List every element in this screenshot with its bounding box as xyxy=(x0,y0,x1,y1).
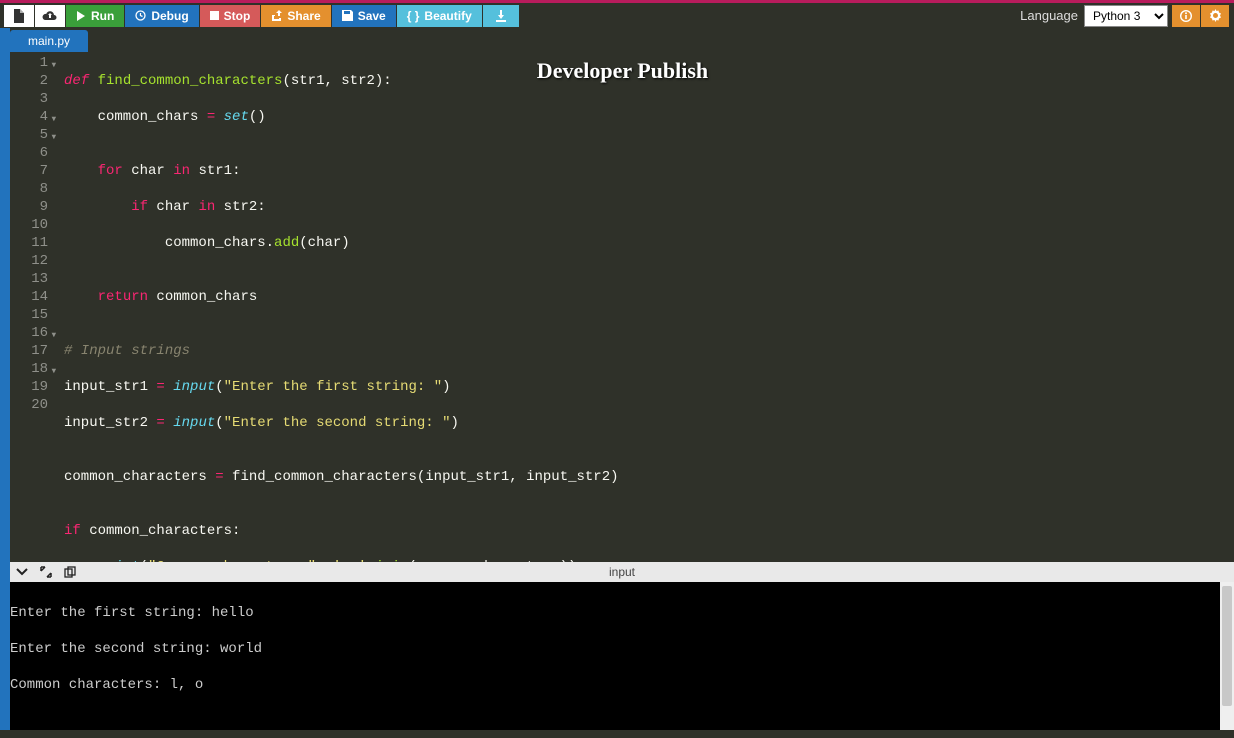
console-line: Common characters: l, o xyxy=(10,676,1220,694)
braces-icon: { } xyxy=(407,9,420,23)
save-button[interactable]: Save xyxy=(332,5,396,27)
info-button[interactable] xyxy=(1172,5,1200,27)
console-scrollbar[interactable] xyxy=(1220,582,1234,730)
cloud-upload-icon xyxy=(42,10,58,22)
download-icon xyxy=(495,10,507,22)
debug-button[interactable]: Debug xyxy=(125,5,198,27)
info-icon xyxy=(1180,10,1192,22)
expand-icon[interactable] xyxy=(34,566,58,578)
copy-icon[interactable] xyxy=(58,566,82,578)
new-file-button[interactable] xyxy=(4,5,34,27)
run-label: Run xyxy=(91,9,114,23)
console-header: input xyxy=(10,562,1234,582)
settings-button[interactable] xyxy=(1201,5,1229,27)
beautify-button[interactable]: { } Beautify xyxy=(397,5,482,27)
language-label: Language xyxy=(1020,8,1078,23)
stop-button[interactable]: Stop xyxy=(200,5,261,27)
upload-button[interactable] xyxy=(35,5,65,27)
gear-icon xyxy=(1209,9,1222,22)
file-icon xyxy=(13,9,25,23)
clock-icon xyxy=(135,10,146,21)
tab-main-py[interactable]: main.py xyxy=(10,30,88,52)
run-button[interactable]: Run xyxy=(66,5,124,27)
left-sidebar[interactable] xyxy=(0,28,10,730)
debug-label: Debug xyxy=(151,9,188,23)
language-select[interactable]: Python 3 xyxy=(1084,5,1168,27)
console-line: Enter the second string: world xyxy=(10,640,1220,658)
console-output[interactable]: Enter the first string: hello Enter the … xyxy=(10,582,1220,730)
toolbar: Run Debug Stop Share Save { } Beautify L… xyxy=(0,0,1234,28)
beautify-label: Beautify xyxy=(424,9,471,23)
console-title: input xyxy=(609,565,635,579)
collapse-icon[interactable] xyxy=(10,567,34,577)
save-label: Save xyxy=(358,9,386,23)
scrollbar-thumb[interactable] xyxy=(1222,586,1232,706)
console-line: Enter the first string: hello xyxy=(10,604,1220,622)
code-area[interactable]: def find_common_characters(str1, str2): … xyxy=(58,52,1234,562)
share-icon xyxy=(271,10,282,21)
play-icon xyxy=(76,11,86,21)
stop-icon xyxy=(210,11,219,20)
save-icon xyxy=(342,10,353,21)
line-gutter: 1 2 3 4 5 6 7 8 9 10 11 12 13 14 15 16 1… xyxy=(10,52,58,562)
stop-label: Stop xyxy=(224,9,251,23)
tab-bar: main.py xyxy=(10,28,1234,52)
share-button[interactable]: Share xyxy=(261,5,330,27)
code-editor[interactable]: 1 2 3 4 5 6 7 8 9 10 11 12 13 14 15 16 1… xyxy=(10,52,1234,562)
download-button[interactable] xyxy=(483,5,519,27)
share-label: Share xyxy=(287,9,320,23)
